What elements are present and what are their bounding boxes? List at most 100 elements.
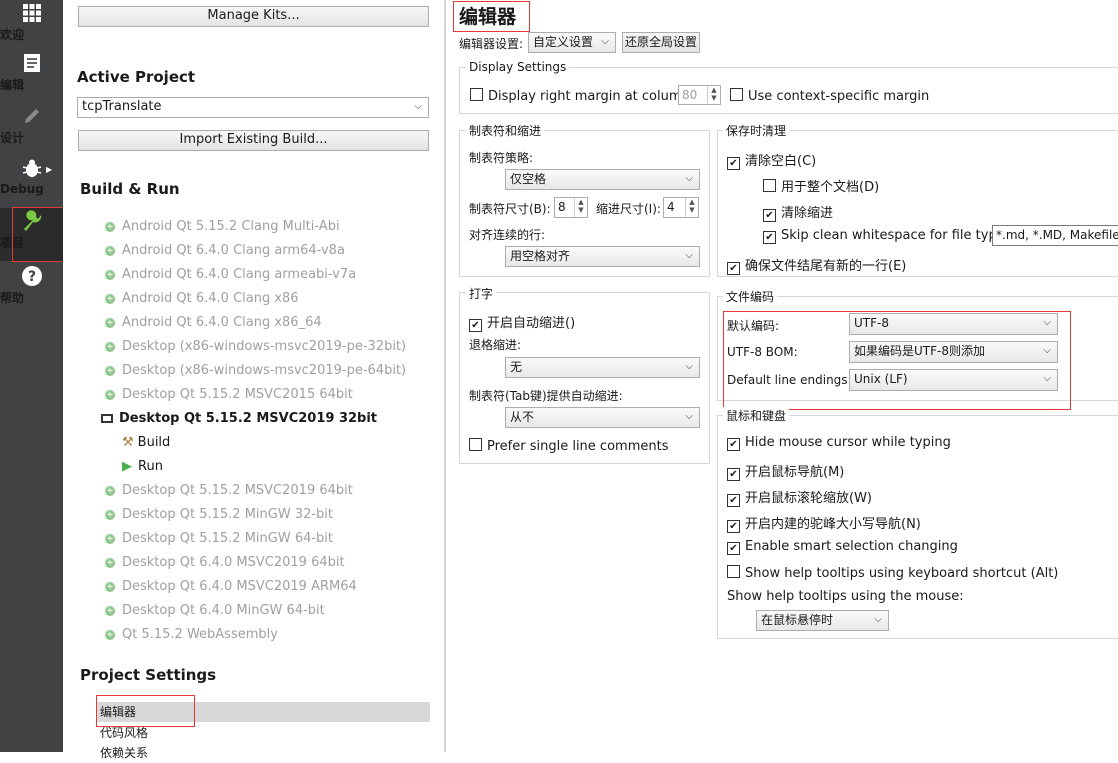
chevron-down-icon: ⌵ — [685, 411, 693, 422]
kit-label: Android Qt 6.4.0 Clang x86_64 — [122, 315, 322, 330]
add-kit-icon: + — [105, 365, 115, 376]
mode-design[interactable]: 设计 — [0, 103, 63, 145]
checkbox-label: 清除缩进 — [781, 206, 834, 221]
kit-item[interactable]: + Desktop Qt 6.4.0 MSVC2019 ARM64 — [105, 577, 357, 597]
tab-size-spinbox[interactable]: 8 ▲ ▼ — [554, 197, 588, 218]
chevron-down-icon: ⌵ — [685, 361, 693, 372]
kit-item[interactable]: + Desktop Qt 5.15.2 MSVC2019 64bit — [105, 481, 353, 501]
backspace-label: 退格缩进: — [469, 338, 522, 352]
right-margin-checkbox[interactable]: Display right margin at column: — [470, 88, 694, 104]
mode-label: Debug — [0, 182, 44, 196]
skip-file-types-input[interactable]: *.md, *.MD, Makefile — [992, 225, 1118, 246]
mode-debug[interactable]: ▶ Debug — [0, 156, 63, 196]
expand-arrow-icon[interactable]: ▶ — [46, 165, 52, 174]
checkbox-box — [469, 438, 482, 451]
add-kit-icon: + — [105, 221, 115, 232]
spin-value: 80 — [682, 88, 698, 102]
auto-indent-checkbox[interactable]: ✔ 开启自动缩进() — [469, 312, 575, 332]
kit-item[interactable]: + Desktop Qt 6.4.0 MSVC2019 64bit — [105, 553, 345, 573]
splitter[interactable] — [444, 0, 446, 752]
project-panel: Manage Kits... Active Project tcpTransla… — [63, 0, 444, 760]
spin-arrows-icon[interactable]: ▲ ▼ — [574, 198, 587, 217]
kit-item[interactable]: + Android Qt 6.4.0 Clang armeabi-v7a — [105, 265, 356, 285]
checkbox-label: 开启鼠标导航(M) — [745, 465, 845, 480]
wheel-zoom-checkbox[interactable]: ✔ 开启鼠标滚轮缩放(W) — [727, 487, 872, 507]
mode-help[interactable]: ? 帮助 — [0, 263, 63, 305]
spin-value: 8 — [558, 200, 566, 214]
kit-item[interactable]: + Android Qt 6.4.0 Clang arm64-v8a — [105, 241, 345, 261]
settings-item-label: 依赖关系 — [100, 746, 149, 760]
spin-arrows-icon[interactable]: ▲ ▼ — [707, 86, 720, 104]
kit-item[interactable]: + Desktop Qt 6.4.0 MinGW 64-bit — [105, 601, 325, 621]
backspace-select[interactable]: 无 ⌵ — [505, 357, 700, 378]
import-build-button[interactable]: Import Existing Build... — [78, 130, 429, 151]
encoding-title: 文件编码 — [723, 288, 778, 305]
indent-size-label: 缩进尺寸(I): — [596, 202, 661, 216]
editor-settings-select[interactable]: 自定义设置 ⌵ — [528, 32, 616, 53]
clean-whitespace-checkbox[interactable]: ✔ 清除空白(C) — [727, 150, 816, 170]
chevron-down-icon: ⌵ — [601, 36, 609, 47]
restore-global-button[interactable]: 还原全局设置 — [622, 32, 700, 53]
manage-kits-button[interactable]: Manage Kits... — [78, 6, 429, 27]
kit-item[interactable]: + Android Qt 6.4.0 Clang x86_64 — [105, 313, 322, 333]
add-kit-icon: + — [105, 629, 115, 640]
kit-label: Desktop Qt 6.4.0 MSVC2019 ARM64 — [122, 579, 357, 594]
spin-arrows-icon[interactable]: ▲ ▼ — [685, 198, 698, 217]
chevron-down-icon: ⌵ — [685, 173, 693, 184]
smart-select-checkbox[interactable]: ✔ Enable smart selection changing — [727, 539, 958, 555]
svg-text:?: ? — [27, 269, 35, 285]
single-line-checkbox[interactable]: Prefer single line comments — [469, 438, 668, 454]
tab-key-select[interactable]: 从不 ⌵ — [505, 407, 700, 428]
editor-settings-value: 自定义设置 — [533, 35, 594, 49]
kit-label: Android Qt 6.4.0 Clang armeabi-v7a — [122, 267, 357, 282]
kit-item[interactable]: + Android Qt 5.15.2 Clang Multi-Abi — [105, 217, 340, 237]
mode-welcome[interactable]: 欢迎 — [0, 0, 63, 42]
hide-cursor-checkbox[interactable]: ✔ Hide mouse cursor while typing — [727, 435, 951, 451]
add-kit-icon: + — [105, 245, 115, 256]
newline-end-checkbox[interactable]: ✔ 确保文件结尾有新的一行(E) — [727, 255, 906, 275]
tooltips-mouse-select[interactable]: 在鼠标悬停时 ⌵ — [756, 610, 889, 631]
mode-label: 欢迎 — [0, 28, 25, 42]
kit-item[interactable]: + Desktop Qt 5.15.2 MSVC2015 64bit — [105, 385, 353, 405]
settings-item-dependencies[interactable]: 依赖关系 — [100, 743, 148, 763]
camel-nav-checkbox[interactable]: ✔ 开启内建的驼峰大小写导航(N) — [727, 513, 921, 533]
clean-indent-checkbox[interactable]: ✔ 清除缩进 — [763, 202, 833, 222]
mouse-nav-checkbox[interactable]: ✔ 开启鼠标导航(M) — [727, 461, 844, 481]
margin-column-spinbox[interactable]: 80 ▲ ▼ — [678, 85, 721, 105]
checkbox-box: ✔ — [727, 157, 740, 170]
kit-item[interactable]: + Desktop (x86-windows-msvc2019-pe-64bit) — [105, 361, 406, 381]
mode-label: 设计 — [0, 131, 25, 145]
checkbox-box: ✔ — [763, 209, 776, 222]
select-value: 在鼠标悬停时 — [761, 613, 834, 627]
kit-item[interactable]: + Android Qt 6.4.0 Clang x86 — [105, 289, 299, 309]
mode-edit[interactable]: 编辑 — [0, 50, 63, 92]
build-item[interactable]: ⚒ Build — [122, 433, 170, 453]
kit-item[interactable]: + Qt 5.15.2 WebAssembly — [105, 625, 278, 645]
align-select[interactable]: 用空格对齐 ⌵ — [505, 246, 700, 267]
kit-item[interactable]: + Desktop Qt 5.15.2 MinGW 64-bit — [105, 529, 333, 549]
active-project-select[interactable]: tcpTranslate ⌵ — [77, 97, 429, 118]
indent-size-spinbox[interactable]: 4 ▲ ▼ — [663, 197, 699, 218]
pencil-icon — [0, 103, 63, 129]
highlight-box — [453, 1, 530, 32]
context-margin-checkbox[interactable]: Use context-specific margin — [730, 88, 929, 104]
kit-item[interactable]: + Desktop (x86-windows-msvc2019-pe-32bit) — [105, 337, 406, 357]
checkbox-label: 开启自动缩进() — [487, 316, 576, 331]
run-label: Run — [138, 459, 163, 474]
kit-item[interactable]: + Desktop Qt 5.15.2 MinGW 32-bit — [105, 505, 333, 525]
select-value: 仅空格 — [510, 172, 547, 186]
entire-doc-checkbox[interactable]: 用于整个文档(D) — [763, 176, 879, 195]
kit-label: Desktop (x86-windows-msvc2019-pe-32bit) — [122, 339, 407, 354]
run-item[interactable]: ▶ Run — [122, 457, 163, 477]
checkbox-box: ✔ — [727, 438, 740, 451]
skip-clean-checkbox[interactable]: ✔ Skip clean whitespace for file types: — [763, 228, 1016, 244]
kit-label: Desktop Qt 5.15.2 MSVC2019 64bit — [122, 483, 353, 498]
active-kit[interactable]: Desktop Qt 5.15.2 MSVC2019 32bit — [101, 409, 377, 429]
add-kit-icon: + — [105, 341, 115, 352]
chevron-down-icon: ⌵ — [685, 250, 693, 261]
display-settings-title: Display Settings — [466, 60, 570, 74]
hammer-icon: ⚒ — [122, 435, 134, 450]
tab-policy-select[interactable]: 仅空格 ⌵ — [505, 169, 700, 190]
tooltips-kbd-checkbox[interactable]: Show help tooltips using keyboard shortc… — [727, 565, 1058, 581]
tab-policy-label: 制表符策略: — [469, 151, 534, 165]
